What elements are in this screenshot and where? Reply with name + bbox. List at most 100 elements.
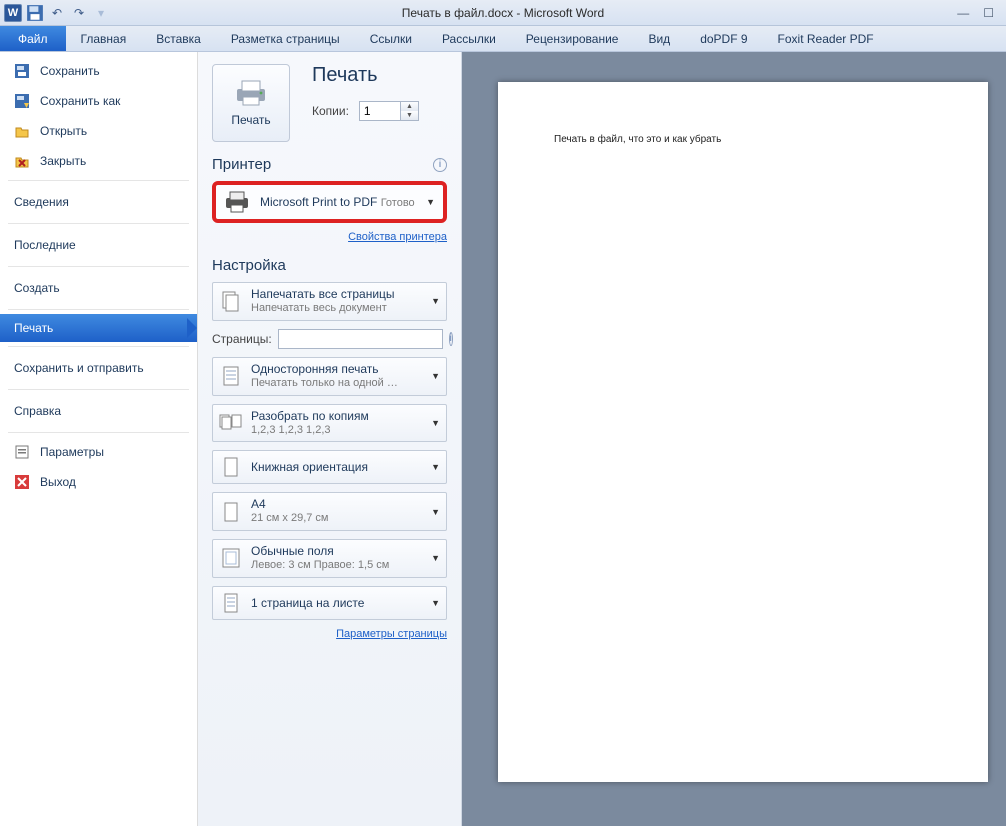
backstage-sidebar: Сохранить Сохранить как Открыть Закрыть …	[0, 52, 198, 826]
copies-spinner[interactable]: ▲▼	[359, 101, 419, 121]
print-heading: Печать	[312, 64, 419, 87]
chevron-down-icon: ▼	[431, 598, 440, 608]
sidebar-item-print[interactable]: Печать	[0, 314, 197, 342]
sidebar-item-label: Сохранить	[40, 64, 100, 78]
sidebar-item-label: Закрыть	[40, 154, 86, 168]
dd-sub: Напечатать весь документ	[251, 302, 395, 316]
separator	[8, 309, 189, 310]
portrait-icon	[219, 455, 243, 479]
dd-sub: 21 см x 29,7 см	[251, 512, 329, 526]
info-icon[interactable]: i	[449, 332, 453, 346]
redo-icon[interactable]: ↷	[70, 4, 88, 22]
dd-sub: Печатать только на одной …	[251, 377, 398, 391]
dd-sub: Левое: 3 см Правое: 1,5 см	[251, 559, 389, 573]
chevron-down-icon[interactable]: ▼	[401, 111, 418, 120]
sidebar-item-save-send[interactable]: Сохранить и отправить	[0, 351, 197, 385]
chevron-down-icon: ▼	[431, 296, 440, 306]
dd-title: Разобрать по копиям	[251, 409, 369, 424]
dd-title: Книжная ориентация	[251, 460, 368, 474]
chevron-down-icon: ▼	[431, 462, 440, 472]
sides-dropdown[interactable]: Односторонняя печать Печатать только на …	[212, 357, 447, 396]
chevron-down-icon: ▼	[431, 553, 440, 563]
sidebar-item-exit[interactable]: Выход	[0, 467, 197, 497]
printer-dropdown[interactable]: Microsoft Print to PDF Готово ▼	[212, 181, 447, 223]
sidebar-item-close[interactable]: Закрыть	[0, 146, 197, 176]
exit-icon	[14, 474, 30, 490]
dd-sub: 1,2,3 1,2,3 1,2,3	[251, 424, 369, 438]
separator	[8, 432, 189, 433]
sidebar-item-recent[interactable]: Последние	[0, 228, 197, 262]
qat-dropdown-icon[interactable]: ▾	[92, 4, 110, 22]
dd-title: 1 страница на листе	[251, 596, 364, 610]
chevron-up-icon[interactable]: ▲	[401, 102, 418, 111]
separator	[8, 266, 189, 267]
undo-icon[interactable]: ↶	[48, 4, 66, 22]
printer-name: Microsoft Print to PDF	[260, 195, 377, 209]
margins-dropdown[interactable]: Обычные поля Левое: 3 см Правое: 1,5 см …	[212, 539, 447, 578]
info-icon[interactable]: i	[433, 158, 447, 172]
title-bar: W ↶ ↷ ▾ Печать в файл.docx - Microsoft W…	[0, 0, 1006, 26]
print-preview: Печать в файл, что это и как убрать	[462, 52, 1006, 826]
print-settings-panel: Печать Печать Копии: ▲▼ Принтер i Micros	[198, 52, 462, 826]
sidebar-item-info[interactable]: Сведения	[0, 185, 197, 219]
spinner-buttons[interactable]: ▲▼	[400, 102, 418, 120]
sidebar-item-save[interactable]: Сохранить	[0, 56, 197, 86]
collate-icon	[219, 411, 243, 435]
pages-input[interactable]	[278, 329, 443, 349]
sidebar-item-label: Параметры	[40, 445, 104, 459]
tab-view[interactable]: Вид	[633, 26, 685, 51]
tab-foxit[interactable]: Foxit Reader PDF	[763, 26, 889, 51]
sidebar-item-label: Открыть	[40, 124, 87, 138]
page-setup-link[interactable]: Параметры страницы	[212, 628, 447, 640]
preview-page: Печать в файл, что это и как убрать	[498, 82, 988, 782]
sidebar-item-save-as[interactable]: Сохранить как	[0, 86, 197, 116]
print-button-label: Печать	[231, 113, 270, 127]
chevron-down-icon: ▼	[431, 507, 440, 517]
sidebar-item-options[interactable]: Параметры	[0, 437, 197, 467]
word-app-icon[interactable]: W	[4, 4, 22, 22]
print-range-dropdown[interactable]: Напечатать все страницы Напечатать весь …	[212, 282, 447, 321]
printer-properties-link[interactable]: Свойства принтера	[212, 231, 447, 243]
one-per-sheet-icon	[219, 591, 243, 615]
sidebar-item-label: Сохранить как	[40, 94, 120, 108]
paper-icon	[219, 500, 243, 524]
tab-pagelayout[interactable]: Разметка страницы	[216, 26, 355, 51]
file-tab[interactable]: Файл	[0, 26, 66, 51]
collate-dropdown[interactable]: Разобрать по копиям 1,2,3 1,2,3 1,2,3 ▼	[212, 404, 447, 443]
tab-review[interactable]: Рецензирование	[511, 26, 634, 51]
separator	[8, 346, 189, 347]
sidebar-item-help[interactable]: Справка	[0, 394, 197, 428]
copies-label: Копии:	[312, 104, 349, 118]
printer-heading: Принтер	[212, 156, 271, 173]
margins-icon	[219, 546, 243, 570]
print-button[interactable]: Печать	[212, 64, 290, 142]
settings-heading: Настройка	[212, 257, 286, 274]
options-icon	[14, 444, 30, 460]
dd-title: A4	[251, 497, 329, 512]
save-icon[interactable]	[26, 4, 44, 22]
paper-size-dropdown[interactable]: A4 21 см x 29,7 см ▼	[212, 492, 447, 531]
copies-input[interactable]	[360, 102, 400, 120]
orientation-dropdown[interactable]: Книжная ориентация ▼	[212, 450, 447, 484]
pages-per-sheet-dropdown[interactable]: 1 страница на листе ▼	[212, 586, 447, 620]
tab-mailings[interactable]: Рассылки	[427, 26, 511, 51]
sidebar-item-new[interactable]: Создать	[0, 271, 197, 305]
tab-insert[interactable]: Вставка	[141, 26, 216, 51]
save-as-icon	[14, 93, 30, 109]
separator	[8, 180, 189, 181]
open-icon	[14, 123, 30, 139]
chevron-down-icon: ▼	[431, 418, 440, 428]
tab-references[interactable]: Ссылки	[355, 26, 427, 51]
chevron-down-icon: ▼	[431, 371, 440, 381]
printer-icon	[224, 191, 250, 213]
separator	[8, 223, 189, 224]
window-title: Печать в файл.docx - Microsoft Word	[402, 6, 604, 20]
maximize-button[interactable]: ☐	[983, 6, 994, 20]
dd-title: Обычные поля	[251, 544, 389, 559]
separator	[8, 389, 189, 390]
tab-dopdf[interactable]: doPDF 9	[685, 26, 762, 51]
sidebar-item-open[interactable]: Открыть	[0, 116, 197, 146]
save-icon	[14, 63, 30, 79]
tab-home[interactable]: Главная	[66, 26, 142, 51]
minimize-button[interactable]: —	[957, 6, 969, 20]
